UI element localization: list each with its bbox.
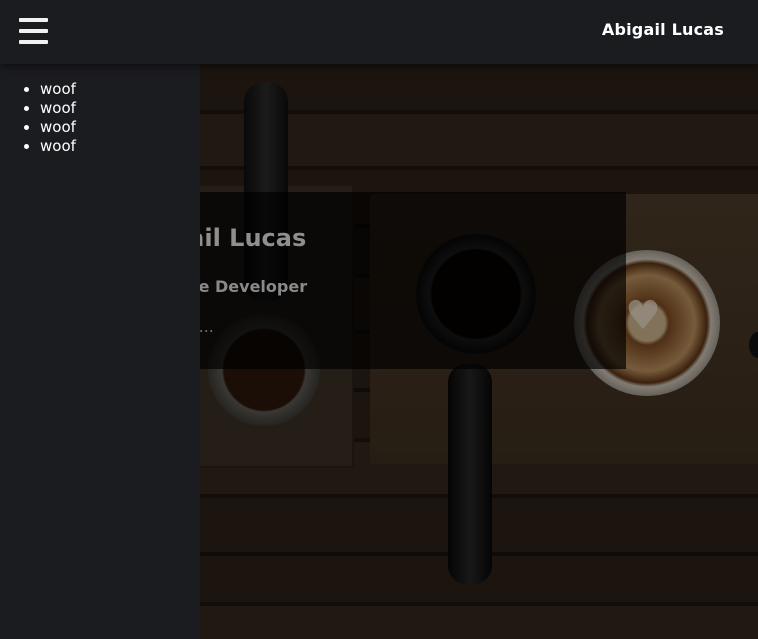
sidebar-item[interactable]: woof [40,99,200,118]
sidebar-list: woof woof woof woof [0,80,200,156]
hamburger-bar [19,29,48,33]
sidebar-item[interactable]: woof [40,137,200,156]
top-navbar: Abigail Lucas [0,0,758,64]
site-name[interactable]: Abigail Lucas [602,20,724,39]
sidebar-item[interactable]: woof [40,118,200,137]
hamburger-bar [19,18,48,22]
hamburger-menu-icon[interactable] [19,18,49,45]
sidebar: woof woof woof woof [0,64,200,639]
hamburger-bar [19,40,48,44]
sidebar-item[interactable]: woof [40,80,200,99]
